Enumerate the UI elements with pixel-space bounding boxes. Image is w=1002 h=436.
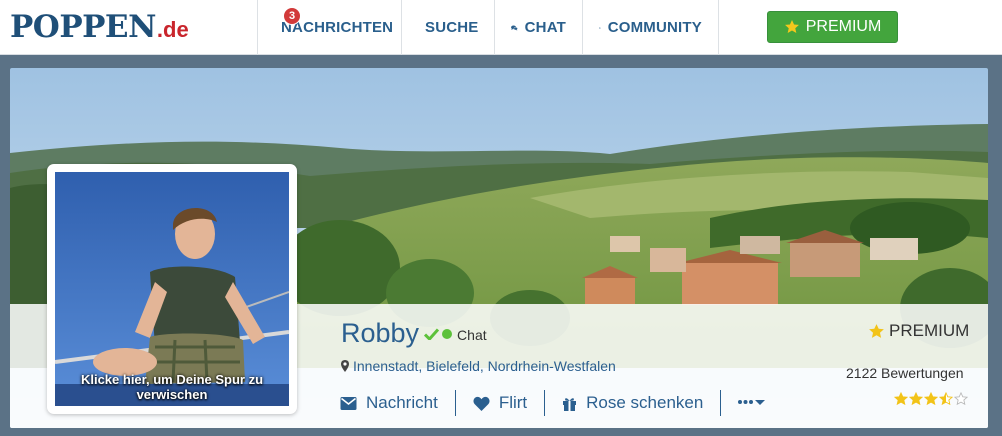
nav-item-messages[interactable]: 3 NACHRICHTEN: [257, 0, 401, 55]
location-separator: ,: [479, 358, 488, 374]
location-city[interactable]: Bielefeld: [426, 358, 480, 374]
gift-rose-button-label: Rose schenken: [586, 393, 704, 412]
location-district[interactable]: Innenstadt: [353, 358, 418, 374]
chat-bubbles-icon: [511, 25, 518, 31]
flirt-button-label: Flirt: [498, 393, 528, 412]
star-icon: [784, 20, 799, 33]
nav-label-search: SUCHE: [425, 19, 479, 36]
online-status-dot: [442, 328, 453, 339]
profile-name-row: Robby Chat: [341, 318, 487, 349]
more-dots-icon: [738, 400, 766, 405]
nav-item-search[interactable]: SUCHE: [401, 0, 494, 55]
profile-location: Innenstadt, Bielefeld, Nordrhein-Westfal…: [341, 358, 616, 374]
more-options-button[interactable]: [720, 390, 775, 416]
location-separator: ,: [418, 358, 427, 374]
message-button-label: Nachricht: [366, 393, 438, 412]
premium-button[interactable]: PREMIUM: [767, 11, 898, 43]
profile-actions: Nachricht Flirt Rose schenken: [340, 390, 775, 416]
gift-rose-button[interactable]: Rose schenken: [544, 390, 720, 416]
unread-messages-badge: 3: [283, 7, 301, 25]
rating-star-icon: [954, 392, 968, 406]
rating-star-icon: [894, 392, 908, 406]
main-nav: 3 NACHRICHTEN SUCHE CHAT COMMUNITY: [257, 0, 719, 55]
nav-item-chat[interactable]: CHAT: [494, 0, 582, 55]
heart-icon: [473, 396, 490, 411]
star-icon: [869, 323, 884, 338]
top-navigation-bar: POPPEN .de 3 NACHRICHTEN SUCHE CHAT COMM…: [0, 0, 1002, 55]
nav-label-community: COMMUNITY: [607, 19, 702, 36]
profile-avatar[interactable]: Klicke hier, um Deine Spur zu verwischen: [47, 164, 297, 414]
logo-tld: .de: [156, 17, 189, 42]
rating-stars[interactable]: [894, 392, 969, 406]
premium-status-label: PREMIUM: [889, 321, 970, 340]
message-button[interactable]: Nachricht: [340, 390, 455, 416]
avatar-photo: [55, 172, 289, 406]
avatar-caption: Klicke hier, um Deine Spur zu verwischen: [80, 372, 264, 402]
map-marker-icon: [341, 360, 349, 372]
nav-label-chat: CHAT: [524, 19, 566, 36]
chat-status-label[interactable]: Chat: [457, 327, 487, 343]
premium-status: PREMIUM: [868, 321, 969, 341]
profile-name: Robby: [341, 318, 420, 348]
rating-star-icon: [939, 392, 953, 406]
site-logo[interactable]: POPPEN .de: [10, 8, 189, 46]
gift-icon: [563, 397, 577, 411]
envelope-icon: [340, 396, 357, 410]
logo-text: POPPEN: [10, 9, 156, 45]
premium-button-label: PREMIUM: [805, 18, 882, 35]
checkmark-icon: [424, 327, 440, 340]
profile-card: Klicke hier, um Deine Spur zu verwischen…: [10, 68, 988, 428]
location-state[interactable]: Nordrhein-Westfalen: [488, 358, 616, 374]
rating-star-icon: [909, 392, 923, 406]
reviews-count[interactable]: 2122 Bewertungen: [846, 365, 964, 381]
users-icon: [599, 26, 601, 29]
nav-item-community[interactable]: COMMUNITY: [582, 0, 719, 55]
rating-star-icon: [924, 392, 938, 406]
flirt-button[interactable]: Flirt: [454, 390, 544, 416]
